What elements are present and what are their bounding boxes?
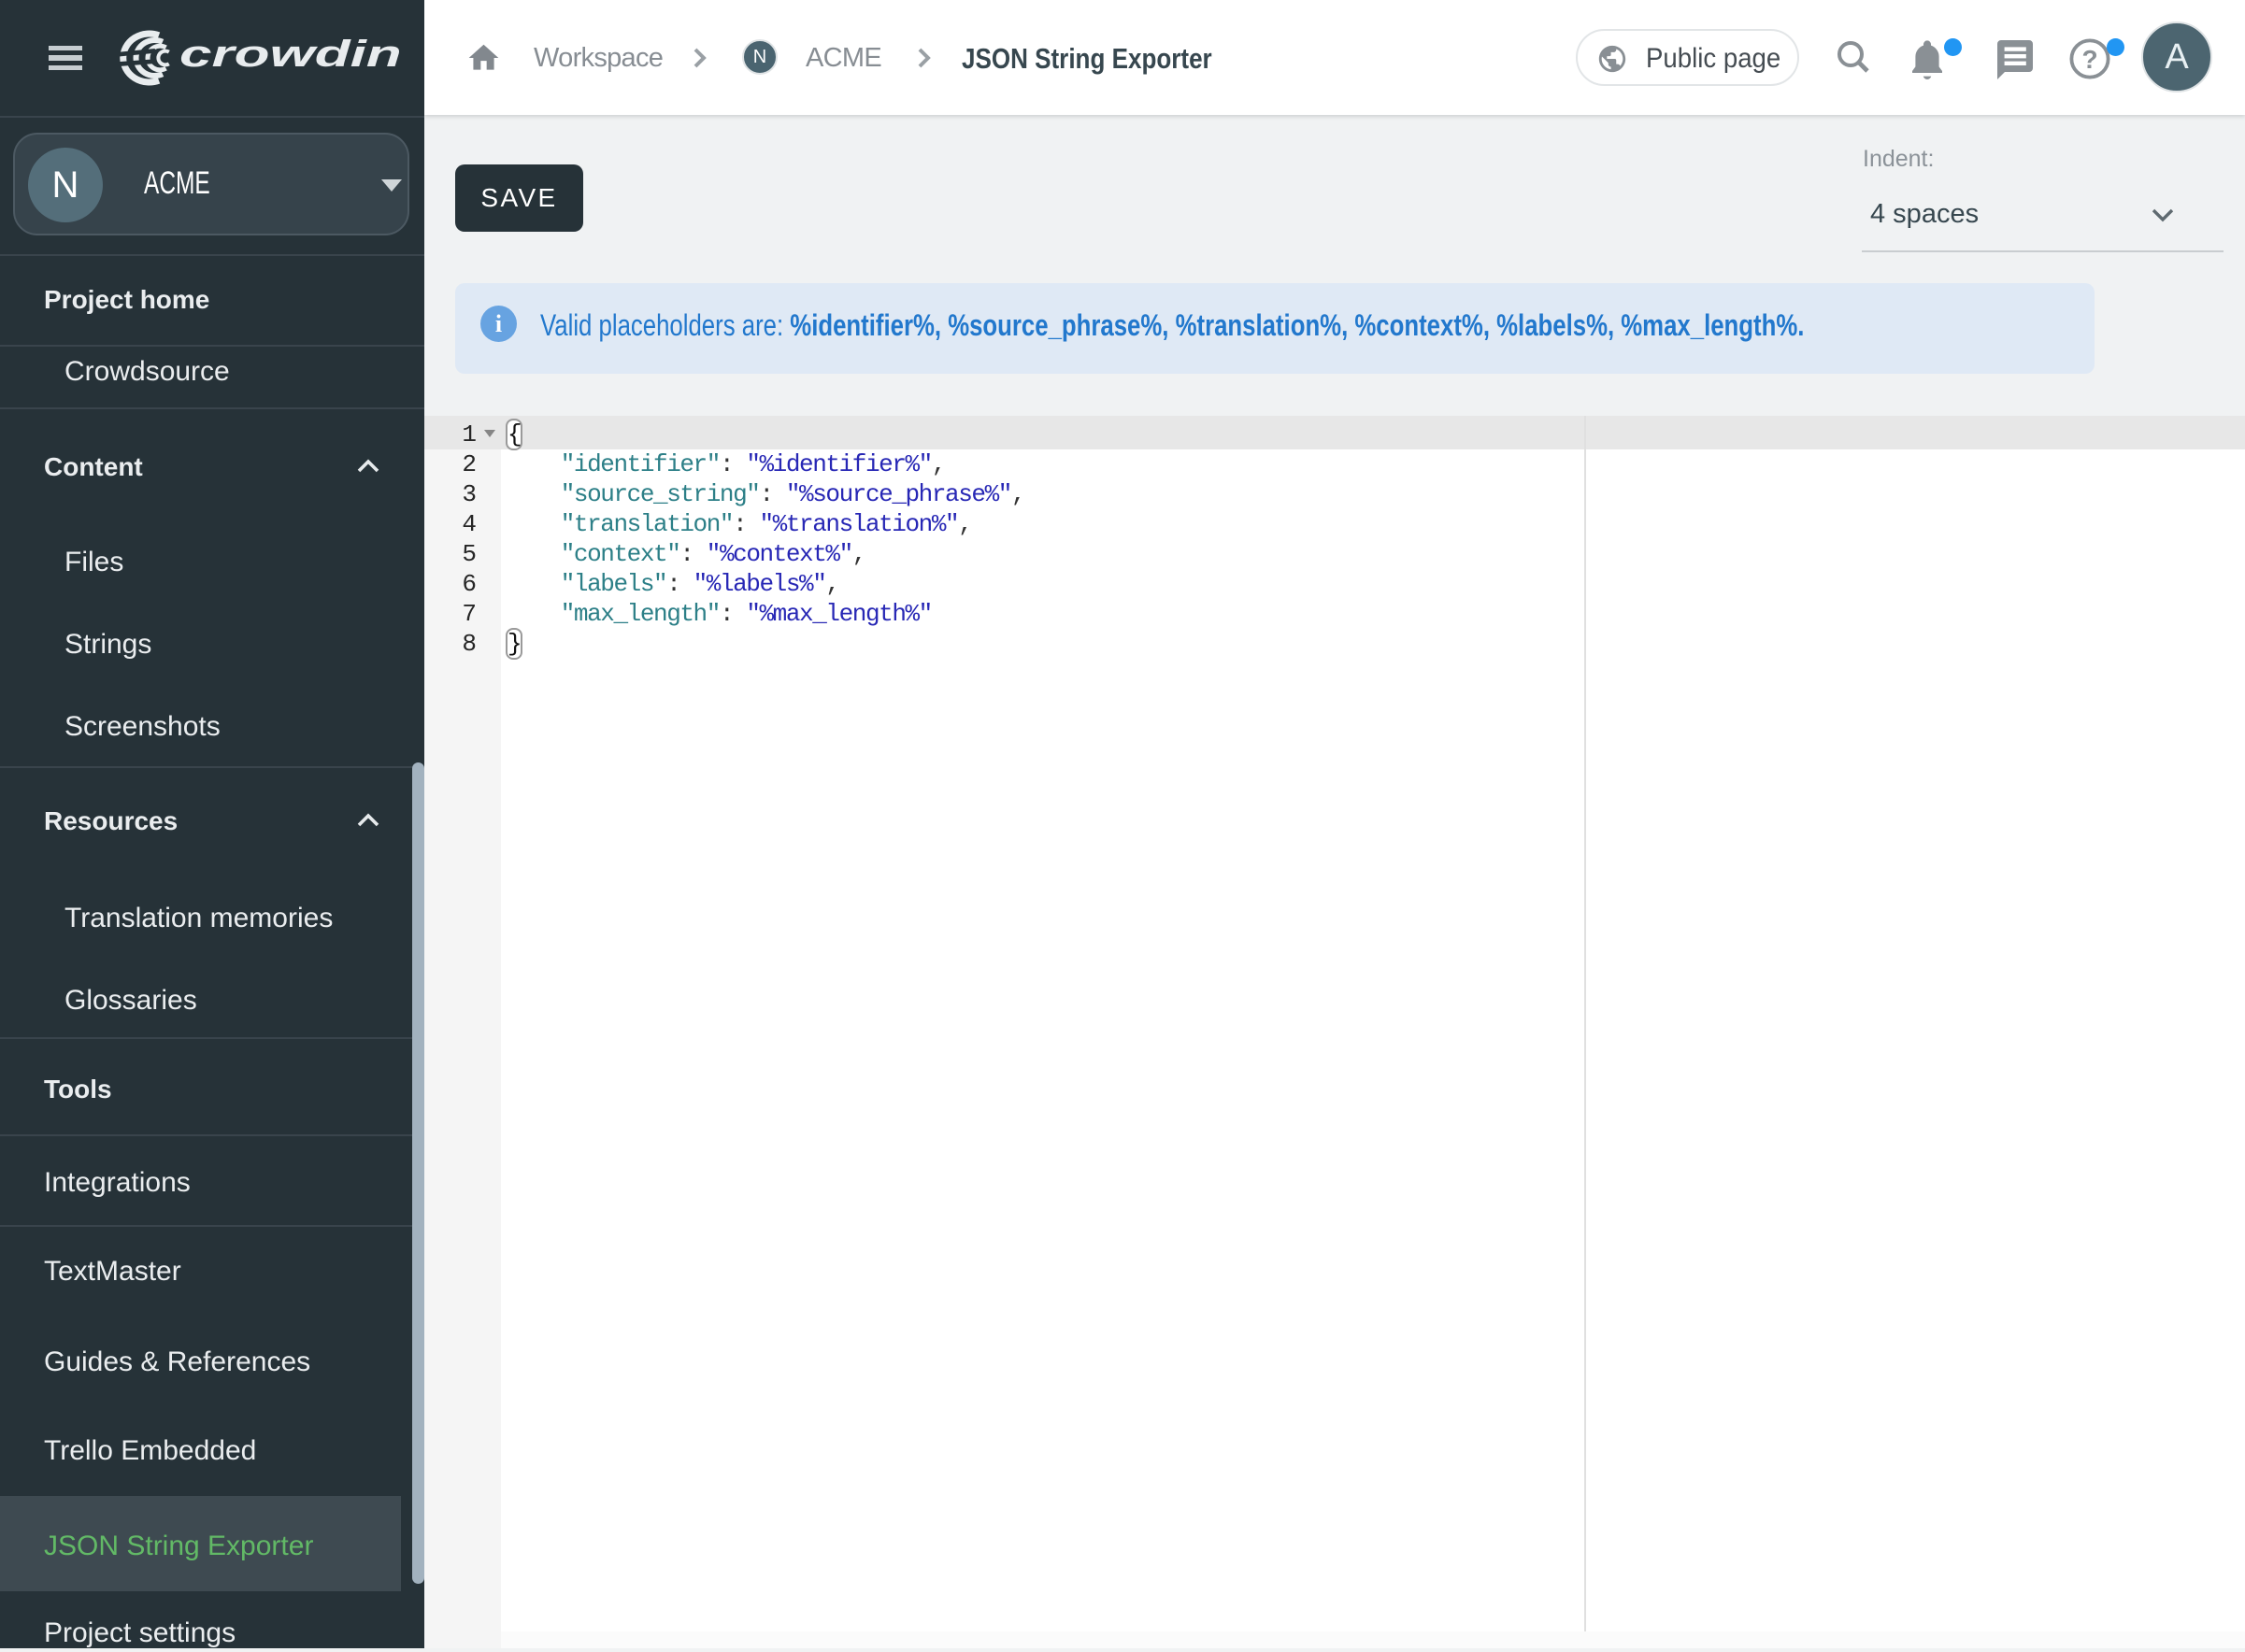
svg-text:?: ?: [2081, 45, 2097, 74]
